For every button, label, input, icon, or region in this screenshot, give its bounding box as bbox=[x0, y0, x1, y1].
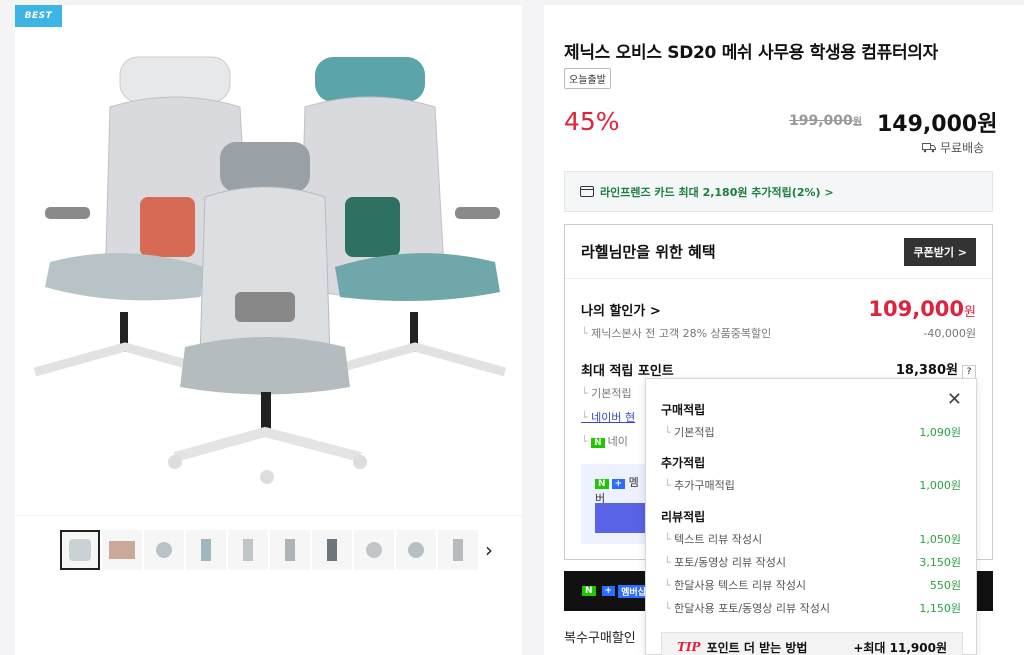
close-icon[interactable]: ✕ bbox=[947, 389, 962, 410]
product-gallery: BEST › bbox=[15, 5, 522, 655]
popup-item-value: 550원 bbox=[929, 579, 961, 592]
popup-item-value: 3,150원 bbox=[919, 556, 961, 569]
popup-item: 포토/동영상 리뷰 작성시 3,150원 bbox=[664, 554, 961, 570]
thumbnail-7[interactable] bbox=[312, 530, 352, 570]
tip-banner[interactable]: TIP 포인트 더 받는 방법 +최대 11,900원 bbox=[661, 632, 963, 655]
benefit-title: 라헬님만을 위한 혜택 bbox=[581, 243, 716, 261]
product-title: 제닉스 오비스 SD20 메쉬 사무용 학생용 컴퓨터의자 bbox=[564, 43, 938, 63]
tip-label: TIP bbox=[677, 640, 701, 654]
delivery-tag: 오늘출발 bbox=[564, 68, 611, 89]
truck-icon bbox=[922, 143, 936, 153]
product-main-image[interactable] bbox=[15, 27, 522, 515]
thumbnail-4[interactable] bbox=[186, 530, 226, 570]
discount-rate: 45% bbox=[564, 107, 620, 136]
original-price-value: 199,000 bbox=[789, 113, 853, 129]
credit-card-icon bbox=[580, 186, 594, 197]
popup-item-label: 추가구매적립 bbox=[664, 477, 735, 493]
naver-n-icon: N bbox=[595, 479, 609, 489]
discount-amount: -40,000원 bbox=[923, 327, 976, 340]
section-extra-title: 추가적립 bbox=[661, 456, 706, 470]
thumbnail-5[interactable] bbox=[228, 530, 268, 570]
naver-n-icon: N bbox=[582, 586, 596, 596]
multi-purchase-label: 복수구매할인 bbox=[564, 631, 636, 646]
divider bbox=[15, 515, 522, 516]
chair-right-image bbox=[299, 57, 507, 377]
points-value: 18,380원 bbox=[895, 363, 958, 378]
shipping-info: 무료배송 bbox=[922, 139, 984, 156]
points-sub-label: 기본적립 bbox=[581, 385, 631, 401]
popup-item-label: 한달사용 텍스트 리뷰 작성시 bbox=[664, 577, 806, 593]
section-review-title: 리뷰적립 bbox=[661, 510, 706, 524]
thumbnail-9[interactable] bbox=[396, 530, 436, 570]
chevron-right-icon[interactable]: › bbox=[485, 538, 493, 562]
points-popup: ✕ 구매적립 기본적립 1,090원 추가적립 추가구매적립 1,000원 리뷰적립… bbox=[645, 378, 977, 655]
shipping-label: 무료배송 bbox=[940, 141, 985, 155]
thumbnail-strip bbox=[60, 530, 478, 570]
membership-label-wrap: N + 멤버 bbox=[595, 474, 645, 506]
points-row: 최대 적립 포인트 18,380원? bbox=[581, 359, 976, 379]
popup-item-label: 기본적립 bbox=[664, 424, 714, 440]
my-discount-value: 109,000 bbox=[868, 297, 965, 321]
card-promo-banner[interactable]: 라인프렌즈 카드 최대 2,180원 추가적립(2%) > bbox=[564, 171, 993, 212]
my-discount-label[interactable]: 나의 할인가 > bbox=[581, 300, 661, 319]
my-discount-row[interactable]: 나의 할인가 > 109,000원 bbox=[581, 297, 976, 321]
points-label: 최대 적립 포인트 bbox=[581, 363, 674, 379]
thumbnail-1[interactable] bbox=[60, 530, 100, 570]
thumbnail-6[interactable] bbox=[270, 530, 310, 570]
popup-item: 기본적립 1,090원 bbox=[664, 424, 961, 440]
card-promo-text: 라인프렌즈 카드 최대 2,180원 추가적립(2%) > bbox=[600, 185, 834, 199]
help-icon[interactable]: ? bbox=[962, 365, 976, 379]
popup-item-value: 1,050원 bbox=[919, 533, 961, 546]
discount-note: 제닉스본사 전 고객 28% 상품중복할인 bbox=[581, 325, 771, 341]
naver-pay-icon: N bbox=[591, 438, 605, 448]
popup-item-label: 텍스트 리뷰 작성시 bbox=[664, 531, 762, 547]
thumbnail-8[interactable] bbox=[354, 530, 394, 570]
points-sub-link[interactable]: 네이버 현 bbox=[581, 409, 635, 425]
popup-item-label: 한달사용 포토/동영상 리뷰 작성시 bbox=[664, 600, 830, 616]
benefit-header: 라헬님만을 위한 혜택 쿠폰받기 > bbox=[565, 225, 992, 279]
points-sub-naver-label: 네이 bbox=[607, 435, 628, 448]
my-discount-unit: 원 bbox=[964, 305, 976, 320]
popup-item: 한달사용 포토/동영상 리뷰 작성시 1,150원 bbox=[664, 600, 961, 616]
original-price-unit: 원 bbox=[852, 117, 862, 128]
sale-price: 149,000원 bbox=[877, 112, 998, 137]
points-sub-naver: N네이 bbox=[581, 433, 628, 449]
thumbnail-3[interactable] bbox=[144, 530, 184, 570]
popup-item-value: 1,150원 bbox=[919, 602, 961, 615]
popup-item-label: 포토/동영상 리뷰 작성시 bbox=[664, 554, 786, 570]
popup-item: 추가구매적립 1,000원 bbox=[664, 477, 961, 493]
my-discount-price: 109,000원 bbox=[868, 297, 976, 321]
original-price: 199,000원 bbox=[789, 113, 862, 129]
popup-item-value: 1,000원 bbox=[919, 479, 961, 492]
tip-value: +최대 11,900원 bbox=[853, 640, 947, 655]
thumbnail-10[interactable] bbox=[438, 530, 478, 570]
section-purchase-title: 구매적립 bbox=[661, 403, 706, 417]
best-badge: BEST bbox=[15, 5, 62, 27]
plus-icon: + bbox=[601, 586, 616, 596]
coupon-button[interactable]: 쿠폰받기 > bbox=[904, 237, 976, 266]
membership-button[interactable] bbox=[595, 503, 645, 533]
popup-item: 텍스트 리뷰 작성시 1,050원 bbox=[664, 531, 961, 547]
tip-text: 포인트 더 받는 방법 bbox=[706, 640, 808, 655]
popup-item: 한달사용 텍스트 리뷰 작성시 550원 bbox=[664, 577, 961, 593]
thumbnail-2[interactable] bbox=[102, 530, 142, 570]
gutter bbox=[522, 0, 544, 655]
popup-item-value: 1,090원 bbox=[919, 426, 961, 439]
page: BEST › 제닉스 오비스 SD20 메쉬 사무용 학생용 컴퓨터의자 오늘출… bbox=[0, 0, 1024, 655]
plus-icon: + bbox=[611, 479, 626, 489]
discount-note-row: 제닉스본사 전 고객 28% 상품중복할인 -40,000원 bbox=[581, 325, 976, 341]
points-value-wrap: 18,380원? bbox=[896, 359, 976, 379]
